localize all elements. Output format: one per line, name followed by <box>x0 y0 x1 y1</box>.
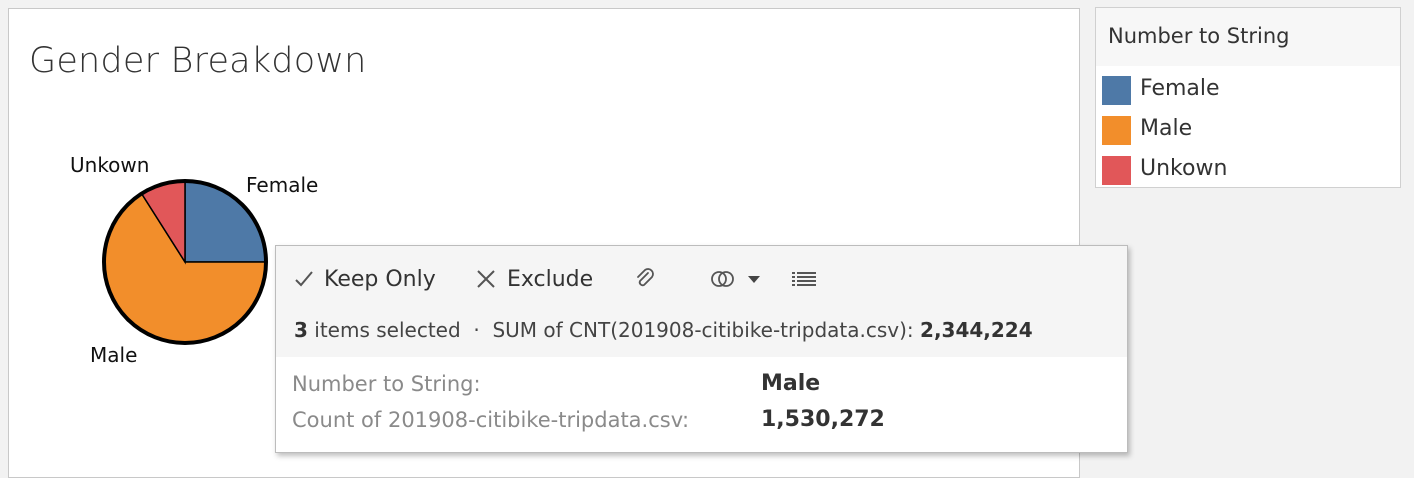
legend-label: Male <box>1140 116 1193 141</box>
summary-separator: · <box>473 318 480 342</box>
keep-only-button[interactable]: Keep Only <box>294 264 436 294</box>
legend-swatch-male <box>1102 116 1131 145</box>
selection-tooltip: Keep Only Exclude 3 items selected · SUM… <box>275 245 1128 453</box>
legend-label: Unkown <box>1140 156 1228 181</box>
selected-text: items selected <box>314 318 461 342</box>
close-icon <box>477 270 495 288</box>
legend-item-unkown[interactable]: Unkown <box>1102 154 1392 186</box>
legend-label: Female <box>1140 76 1220 101</box>
exclude-label: Exclude <box>507 266 594 292</box>
legend-swatch-female <box>1102 76 1131 105</box>
pie-label-male: Male <box>90 343 137 367</box>
pie-label-unkown: Unkown <box>70 153 149 177</box>
keep-only-label: Keep Only <box>324 266 436 292</box>
summary-total: 2,344,224 <box>920 318 1033 342</box>
annotate-button[interactable] <box>633 264 667 294</box>
legend-title: Number to String <box>1108 24 1290 48</box>
legend-swatch-unkown <box>1102 156 1131 185</box>
checkmark-icon <box>295 271 313 287</box>
exclude-button[interactable]: Exclude <box>475 264 593 294</box>
selected-count: 3 <box>294 318 308 342</box>
color-legend: Number to String Female Male Unkown <box>1095 7 1401 188</box>
selection-summary: 3 items selected · SUM of CNT(201908-cit… <box>294 318 1033 342</box>
chevron-down-icon <box>748 276 760 283</box>
view-data-icon <box>792 272 816 286</box>
group-icon <box>711 271 734 287</box>
view-data-button[interactable] <box>791 264 827 294</box>
detail-key-dimension: Number to String: <box>292 372 481 396</box>
pie-label-female: Female <box>246 173 318 197</box>
detail-key-count: Count of 201908-citibike-tripdata.csv: <box>292 408 690 432</box>
legend-item-female[interactable]: Female <box>1102 74 1392 106</box>
legend-item-male[interactable]: Male <box>1102 114 1392 146</box>
group-members-button[interactable] <box>709 264 771 294</box>
detail-value-count: 1,530,272 <box>761 407 885 432</box>
detail-value-dimension: Male <box>761 371 821 396</box>
worksheet-title: Gender Breakdown <box>29 41 367 81</box>
paperclip-icon <box>637 268 654 287</box>
summary-measure: SUM of CNT(201908-citibike-tripdata.csv)… <box>492 318 914 342</box>
